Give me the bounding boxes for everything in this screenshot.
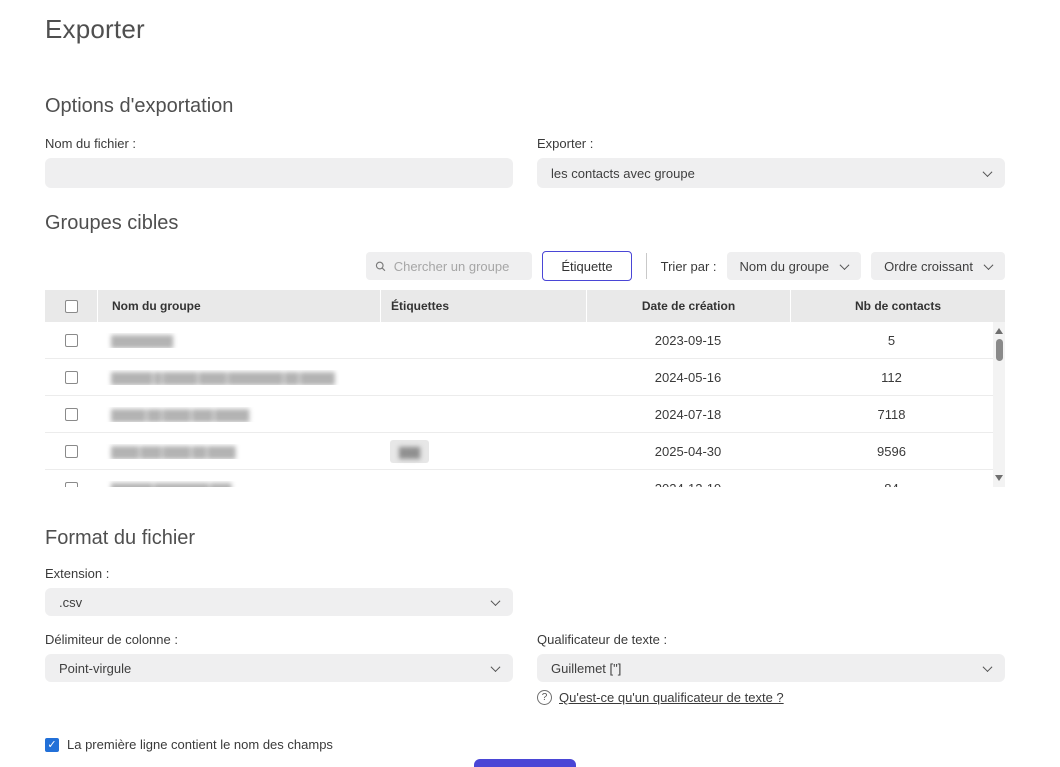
sort-by-label: Trier par : [661, 259, 717, 274]
chevron-down-icon [491, 662, 501, 672]
group-created-date: 2024-05-16 [586, 370, 790, 385]
table-scrollbar[interactable] [993, 322, 1005, 487]
group-created-date: 2025-04-30 [586, 444, 790, 459]
groups-table: Nom du groupe Étiquettes Date de créatio… [45, 290, 1005, 487]
group-created-date: 2024-12-19 [586, 481, 790, 488]
group-created-date: 2024-07-18 [586, 407, 790, 422]
chevron-down-icon [491, 596, 501, 606]
target-groups-section: Groupes cibles Étiquette Trier par : Nom… [45, 212, 1005, 487]
target-groups-heading: Groupes cibles [45, 212, 1005, 235]
chevron-down-icon [840, 260, 850, 270]
first-line-label: La première ligne contient le nom des ch… [67, 737, 333, 752]
row-checkbox[interactable] [65, 445, 78, 458]
sort-field-select[interactable]: Nom du groupe [727, 252, 862, 280]
chevron-down-icon [984, 260, 994, 270]
row-checkbox[interactable] [65, 371, 78, 384]
export-scope-select[interactable]: les contacts avec groupe [537, 158, 1005, 188]
tag-filter-button[interactable]: Étiquette [542, 251, 631, 281]
export-options-section: Options d'exportation Nom du fichier : E… [45, 95, 1005, 188]
first-line-option[interactable]: ✓ La première ligne contient le nom des … [45, 737, 1005, 752]
extension-label: Extension : [45, 566, 513, 581]
extension-value: .csv [59, 595, 82, 610]
groups-table-header: Nom du groupe Étiquettes Date de créatio… [45, 290, 1005, 322]
filename-label: Nom du fichier : [45, 136, 513, 151]
export-options-heading: Options d'exportation [45, 95, 1005, 118]
group-name-redacted: █████████ [111, 336, 172, 348]
column-header-name: Nom du groupe [97, 290, 380, 322]
group-name-redacted: █████ ██ ████ ███ █████ [111, 410, 248, 422]
group-name-redacted: ████ ███ ████ ██ ████ [111, 447, 235, 459]
toolbar-divider [646, 253, 647, 279]
export-button[interactable]: Exporter [474, 759, 577, 767]
search-icon [375, 260, 386, 273]
column-header-tags: Étiquettes [380, 290, 586, 322]
groups-table-body: █████████ 2023-09-15 5 ██████ █ █████ ██… [45, 322, 1005, 487]
delimiter-label: Délimiteur de colonne : [45, 632, 513, 647]
group-contact-count: 9596 [790, 444, 993, 459]
group-name-redacted: ██████ ████████ ███ [111, 484, 231, 488]
scrollbar-thumb[interactable] [996, 339, 1003, 361]
group-search-input[interactable] [394, 259, 524, 274]
checkmark-icon: ✓ [47, 738, 56, 751]
help-icon[interactable]: ? [537, 690, 552, 705]
group-created-date: 2023-09-15 [586, 333, 790, 348]
group-contact-count: 7118 [790, 407, 993, 422]
export-page: Exporter Options d'exportation Nom du fi… [45, 0, 1005, 767]
group-name-redacted: ██████ █ █████ ████ ████████ ██ █████ [111, 373, 334, 385]
sort-field-value: Nom du groupe [740, 259, 830, 274]
select-all-checkbox[interactable] [65, 300, 78, 313]
page-title: Exporter [45, 14, 1005, 45]
qualifier-select[interactable]: Guillemet ["] [537, 654, 1005, 682]
table-row[interactable]: ████ ███ ████ ██ ████ ███ 2025-04-30 959… [45, 433, 993, 470]
qualifier-label: Qualificateur de texte : [537, 632, 1005, 647]
row-checkbox[interactable] [65, 408, 78, 421]
column-header-created: Date de création [586, 290, 790, 322]
table-row[interactable]: █████████ 2023-09-15 5 [45, 322, 993, 359]
row-checkbox[interactable] [65, 334, 78, 347]
table-row[interactable]: ██████ █ █████ ████ ████████ ██ █████ 20… [45, 359, 993, 396]
delimiter-select[interactable]: Point-virgule [45, 654, 513, 682]
scroll-down-icon[interactable] [995, 475, 1003, 481]
column-header-contacts: Nb de contacts [790, 290, 1005, 322]
scroll-up-icon[interactable] [995, 328, 1003, 334]
table-row[interactable]: █████ ██ ████ ███ █████ 2024-07-18 7118 [45, 396, 993, 433]
tag-badge: ███ [390, 440, 429, 463]
qualifier-value: Guillemet ["] [551, 661, 621, 676]
sort-order-value: Ordre croissant [884, 259, 973, 274]
sort-order-select[interactable]: Ordre croissant [871, 252, 1005, 280]
export-scope-label: Exporter : [537, 136, 1005, 151]
groups-toolbar: Étiquette Trier par : Nom du groupe Ordr… [45, 251, 1005, 281]
filename-input[interactable] [45, 158, 513, 188]
file-format-section: Format du fichier Extension : .csv Délim… [45, 527, 1005, 705]
chevron-down-icon [983, 662, 993, 672]
chevron-down-icon [983, 167, 993, 177]
group-contact-count: 112 [790, 370, 993, 385]
group-contact-count: 5 [790, 333, 993, 348]
first-line-checkbox[interactable]: ✓ [45, 738, 59, 752]
group-contact-count: 84 [790, 481, 993, 488]
group-search-box[interactable] [366, 252, 532, 280]
qualifier-help-link[interactable]: Qu'est-ce qu'un qualificateur de texte ? [559, 690, 784, 705]
export-scope-value: les contacts avec groupe [551, 166, 695, 181]
delimiter-value: Point-virgule [59, 661, 131, 676]
extension-select[interactable]: .csv [45, 588, 513, 616]
row-checkbox[interactable] [65, 482, 78, 488]
table-row[interactable]: ██████ ████████ ███ 2024-12-19 84 [45, 470, 993, 487]
file-format-heading: Format du fichier [45, 527, 1005, 550]
